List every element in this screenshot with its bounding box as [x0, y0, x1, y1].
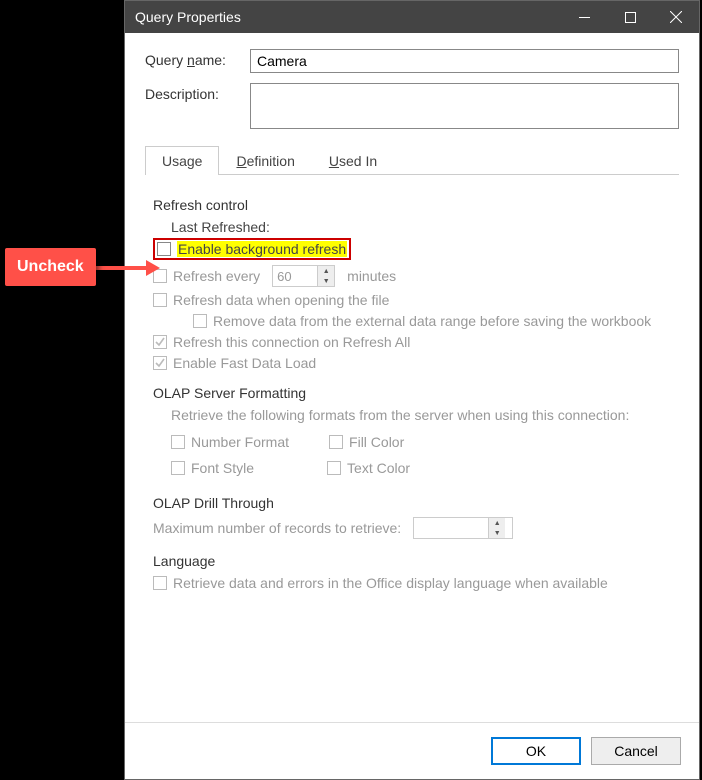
max-records-label: Maximum number of records to retrieve:: [153, 520, 401, 536]
titlebar: Query Properties: [125, 1, 699, 33]
fill-color-label: Fill Color: [349, 434, 404, 450]
fast-data-load-checkbox[interactable]: [153, 356, 167, 370]
tab-definition[interactable]: Definition: [219, 146, 311, 175]
language-heading: Language: [153, 553, 671, 569]
check-icon: [155, 358, 165, 368]
tab-strip: Usage Definition Used In: [145, 145, 679, 175]
olap-drill-heading: OLAP Drill Through: [153, 495, 671, 511]
window-title: Query Properties: [135, 9, 561, 25]
minimize-button[interactable]: [561, 1, 607, 33]
description-label: Description:: [145, 83, 250, 102]
refresh-on-open-label: Refresh data when opening the file: [173, 292, 389, 308]
last-refreshed-label: Last Refreshed:: [171, 219, 671, 235]
tab-usage[interactable]: Usage: [145, 146, 219, 175]
spin-up-icon[interactable]: ▲: [489, 518, 505, 528]
text-color-checkbox[interactable]: [327, 461, 341, 475]
ok-button[interactable]: OK: [491, 737, 581, 765]
query-properties-dialog: Query Properties Query name: Description…: [124, 0, 700, 780]
description-textarea[interactable]: [250, 83, 679, 129]
spin-down-icon[interactable]: ▼: [489, 528, 505, 538]
olap-retrieve-text: Retrieve the following formats from the …: [171, 407, 671, 423]
olap-formatting-heading: OLAP Server Formatting: [153, 385, 671, 401]
callout-arrow-icon: [92, 254, 162, 282]
callout-text: Uncheck: [17, 258, 84, 275]
tab-used-in[interactable]: Used In: [312, 146, 394, 175]
refresh-on-open-checkbox[interactable]: [153, 293, 167, 307]
usage-panel: Refresh control Last Refreshed: Enable b…: [145, 175, 679, 722]
fast-data-load-label: Enable Fast Data Load: [173, 355, 316, 371]
check-icon: [155, 337, 165, 347]
remove-data-before-save-checkbox[interactable]: [193, 314, 207, 328]
refresh-every-input[interactable]: [273, 266, 317, 286]
cancel-button[interactable]: Cancel: [591, 737, 681, 765]
remove-data-before-save-label: Remove data from the external data range…: [213, 313, 651, 329]
enable-background-refresh-label: Enable background refresh: [177, 241, 347, 257]
refresh-all-label: Refresh this connection on Refresh All: [173, 334, 410, 350]
spin-up-icon[interactable]: ▲: [318, 266, 334, 276]
maximize-icon: [625, 12, 636, 23]
dialog-content: Query name: Description: Usage Definitio…: [125, 33, 699, 722]
query-name-input[interactable]: [250, 49, 679, 73]
refresh-every-label-pre: Refresh every: [173, 268, 260, 284]
refresh-every-label-post: minutes: [347, 268, 396, 284]
font-style-label: Font Style: [191, 460, 254, 476]
minimize-icon: [579, 12, 590, 23]
language-retrieve-checkbox[interactable]: [153, 576, 167, 590]
refresh-every-stepper[interactable]: ▲ ▼: [272, 265, 335, 287]
number-format-label: Number Format: [191, 434, 289, 450]
number-format-checkbox[interactable]: [171, 435, 185, 449]
callout-uncheck: Uncheck: [5, 248, 96, 286]
fill-color-checkbox[interactable]: [329, 435, 343, 449]
refresh-control-heading: Refresh control: [153, 197, 671, 213]
font-style-checkbox[interactable]: [171, 461, 185, 475]
close-button[interactable]: [653, 1, 699, 33]
language-retrieve-label: Retrieve data and errors in the Office d…: [173, 575, 608, 591]
close-icon: [670, 11, 682, 23]
max-records-stepper[interactable]: ▲ ▼: [413, 517, 513, 539]
spin-down-icon[interactable]: ▼: [318, 276, 334, 286]
maximize-button[interactable]: [607, 1, 653, 33]
refresh-all-checkbox[interactable]: [153, 335, 167, 349]
dialog-footer: OK Cancel: [125, 722, 699, 779]
text-color-label: Text Color: [347, 460, 410, 476]
max-records-input[interactable]: [414, 518, 488, 538]
query-name-label: Query name:: [145, 49, 250, 68]
